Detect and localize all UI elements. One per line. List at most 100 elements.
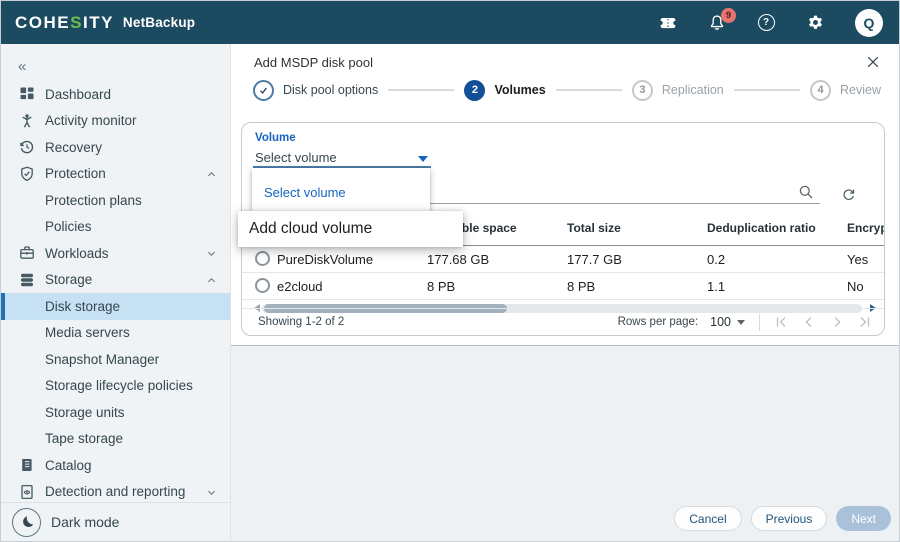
column-header-deduplication-ratio[interactable]: Deduplication ratio [707, 211, 816, 246]
radio-button[interactable] [255, 251, 270, 266]
logo-text-2: ITY [83, 13, 114, 32]
volume-select-dropdown[interactable]: Select volume [255, 150, 337, 165]
storage-stack-icon [18, 271, 36, 289]
sidebar-item-protection-plans[interactable]: Protection plans [1, 187, 230, 214]
jobs-ticket-icon[interactable] [659, 14, 677, 32]
step-connector [388, 89, 454, 91]
cohesity-logo: COHESITY [15, 13, 114, 33]
logo-text: COHE [15, 13, 70, 32]
next-button[interactable]: Next [836, 506, 891, 531]
table-row[interactable]: e2cloud 8 PB 8 PB 1.1 No [242, 273, 884, 300]
app-window: COHESITY NetBackup 9 ? Q « Dashboard [0, 0, 900, 542]
sidebar-item-policies[interactable]: Policies [1, 214, 230, 241]
detection-report-icon [18, 483, 36, 501]
sidebar-item-catalog[interactable]: Catalog [1, 452, 230, 479]
column-header-total-size[interactable]: Total size [567, 211, 621, 246]
table-footer: Showing 1-2 of 2 Rows per page: 100 [242, 308, 884, 335]
workloads-briefcase-icon [18, 244, 36, 262]
cell-encryption: No [847, 273, 864, 300]
step-check-icon [253, 80, 274, 101]
step-connector [734, 89, 800, 91]
menu-item-select-volume[interactable]: Select volume [252, 179, 430, 207]
sidebar-item-storage-lifecycle-policies[interactable]: Storage lifecycle policies [1, 373, 230, 400]
cancel-button[interactable]: Cancel [674, 506, 741, 531]
sidebar-item-workloads[interactable]: Workloads [1, 240, 230, 267]
chevron-up-icon[interactable] [206, 169, 217, 180]
sidebar-collapse-icon[interactable]: « [1, 44, 230, 79]
step-volumes[interactable]: 2 Volumes [464, 80, 545, 101]
add-msdp-disk-pool-wizard: Add MSDP disk pool Disk pool options 2 V… [231, 44, 899, 345]
showing-count-label: Showing 1-2 of 2 [258, 316, 344, 328]
previous-page-icon[interactable] [802, 315, 816, 329]
moon-icon [20, 515, 34, 529]
sidebar-item-snapshot-manager[interactable]: Snapshot Manager [1, 346, 230, 373]
rows-per-page-label: Rows per page: [618, 316, 699, 328]
volume-field-label: Volume [255, 132, 296, 144]
close-icon[interactable] [866, 55, 880, 69]
product-name: NetBackup [123, 15, 195, 30]
step-number: 2 [464, 80, 485, 101]
sidebar-navigation: « Dashboard Activity monitor Recovery Pr… [1, 44, 231, 541]
first-page-icon[interactable] [774, 315, 788, 329]
step-connector [556, 89, 622, 91]
column-header-encryption[interactable]: Encryption [847, 211, 884, 246]
cell-available-space: 8 PB [427, 273, 455, 300]
wizard-title: Add MSDP disk pool [254, 55, 373, 70]
refresh-icon[interactable] [841, 187, 857, 203]
dark-mode-row: Dark mode [1, 502, 230, 541]
cell-volume-name: e2cloud [277, 273, 323, 300]
sidebar-item-media-servers[interactable]: Media servers [1, 320, 230, 347]
user-avatar[interactable]: Q [855, 9, 883, 37]
settings-gear-icon[interactable] [806, 14, 824, 32]
main-content: Add MSDP disk pool Disk pool options 2 V… [231, 44, 899, 541]
dashboard-icon [18, 85, 36, 103]
chevron-down-icon[interactable] [206, 487, 217, 498]
notifications-bell-icon[interactable]: 9 [708, 14, 726, 32]
sidebar-item-protection[interactable]: Protection [1, 161, 230, 188]
protection-shield-icon [18, 165, 36, 183]
wizard-stepper: Disk pool options 2 Volumes 3 Replicatio… [253, 77, 881, 103]
cell-encryption: Yes [847, 246, 868, 273]
last-page-icon[interactable] [858, 315, 872, 329]
previous-button[interactable]: Previous [751, 506, 828, 531]
activity-monitor-icon [18, 112, 36, 130]
sidebar-item-disk-storage[interactable]: Disk storage [1, 293, 230, 320]
logo-green-s: S [70, 13, 83, 32]
sidebar-item-storage-units[interactable]: Storage units [1, 399, 230, 426]
sidebar-item-storage[interactable]: Storage [1, 267, 230, 294]
footer-divider [759, 314, 760, 331]
search-icon[interactable] [798, 184, 814, 200]
notification-count-badge: 9 [721, 8, 736, 23]
cell-volume-name: PureDiskVolume [277, 246, 373, 273]
step-number: 4 [810, 80, 831, 101]
sidebar-item-activity-monitor[interactable]: Activity monitor [1, 108, 230, 135]
dark-mode-label: Dark mode [51, 514, 119, 530]
table-row[interactable]: PureDiskVolume 177.68 GB 177.7 GB 0.2 Ye… [242, 246, 884, 273]
catalog-book-icon [18, 456, 36, 474]
rows-per-page-value[interactable]: 100 [710, 315, 731, 329]
top-navigation-bar: COHESITY NetBackup 9 ? Q [1, 1, 899, 44]
recovery-clock-icon [18, 138, 36, 156]
step-number: 3 [632, 80, 653, 101]
dark-mode-toggle[interactable] [12, 508, 41, 537]
menu-item-add-cloud-volume[interactable]: Add cloud volume [238, 211, 463, 247]
cell-deduplication-ratio: 1.1 [707, 273, 725, 300]
next-page-icon[interactable] [830, 315, 844, 329]
cell-total-size: 8 PB [567, 273, 595, 300]
chevron-up-icon[interactable] [206, 275, 217, 286]
sidebar-item-recovery[interactable]: Recovery [1, 134, 230, 161]
cell-available-space: 177.68 GB [427, 246, 489, 273]
step-review[interactable]: 4 Review [810, 80, 881, 101]
sidebar-item-dashboard[interactable]: Dashboard [1, 81, 230, 108]
radio-button[interactable] [255, 278, 270, 293]
sidebar-item-tape-storage[interactable]: Tape storage [1, 426, 230, 453]
rows-per-page-caret-icon[interactable] [737, 320, 745, 329]
chevron-down-icon[interactable] [206, 248, 217, 259]
help-icon[interactable]: ? [757, 14, 775, 32]
volume-dropdown-menu: Select volume [252, 168, 430, 215]
step-disk-pool-options[interactable]: Disk pool options [253, 80, 378, 101]
step-replication[interactable]: 3 Replication [632, 80, 724, 101]
cell-total-size: 177.7 GB [567, 246, 622, 273]
cell-deduplication-ratio: 0.2 [707, 246, 725, 273]
wizard-footer-area: Cancel Previous Next [231, 345, 899, 541]
